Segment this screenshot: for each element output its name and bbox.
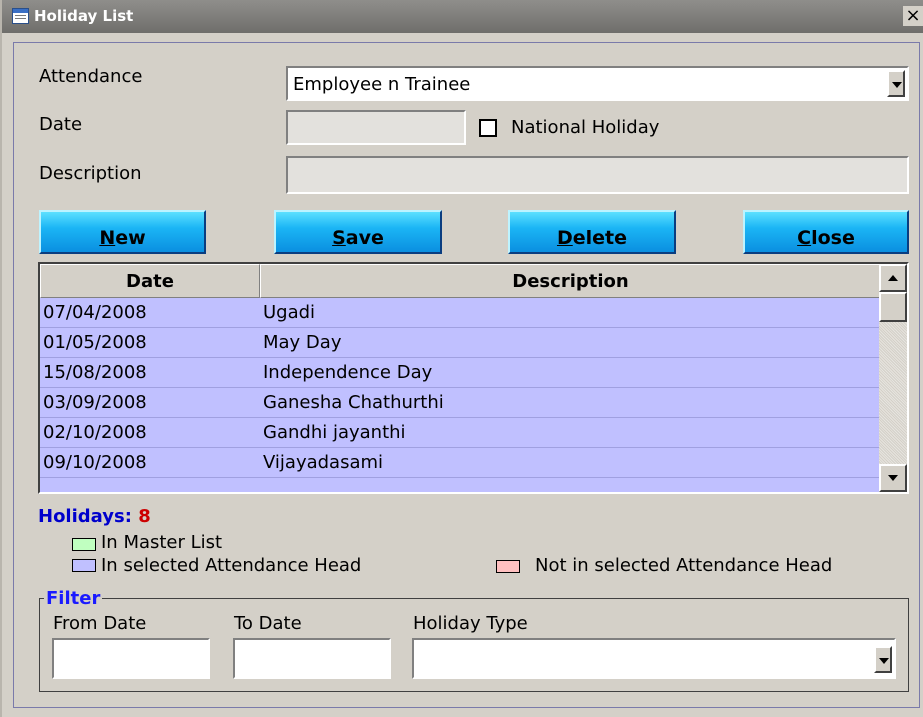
- table-row[interactable]: 01/05/2008 May Day: [40, 328, 881, 358]
- date-field[interactable]: [286, 110, 466, 145]
- table-row[interactable]: 09/10/2008 Vijayadasami: [40, 448, 881, 478]
- row-date: 03/09/2008: [43, 392, 147, 413]
- delete-button[interactable]: Delete: [508, 210, 676, 254]
- holiday-count-label: Holidays:: [38, 506, 132, 527]
- scroll-thumb[interactable]: [879, 292, 907, 322]
- delete-hotkey: D: [556, 227, 573, 249]
- date-label: Date: [39, 114, 83, 135]
- table-row[interactable]: 03/09/2008 Ganesha Chathurthi: [40, 388, 881, 418]
- to-date-label: To Date: [234, 613, 302, 634]
- holiday-type-label: Holiday Type: [413, 613, 528, 634]
- holiday-count: Holidays: 8: [38, 506, 151, 527]
- row-date: 02/10/2008: [43, 422, 147, 443]
- master-list-swatch: [72, 538, 96, 551]
- holiday-count-value: 8: [138, 506, 151, 527]
- row-description: Gandhi jayanthi: [263, 422, 406, 443]
- from-date-label: From Date: [53, 613, 147, 634]
- column-header-date[interactable]: Date: [40, 264, 260, 298]
- row-date: 07/04/2008: [43, 302, 147, 323]
- table-row[interactable]: 02/10/2008 Gandhi jayanthi: [40, 418, 881, 448]
- table-row-partial[interactable]: [40, 478, 881, 492]
- holiday-type-dropdown-icon[interactable]: [874, 646, 892, 673]
- row-date: 15/08/2008: [43, 362, 147, 383]
- close-button-label: lose: [811, 227, 855, 249]
- description-field[interactable]: [286, 156, 909, 194]
- title-bar: Holiday List ×: [2, 0, 923, 33]
- new-button[interactable]: New: [39, 210, 206, 254]
- attendance-value: Employee n Trainee: [293, 74, 471, 95]
- close-hotkey: C: [797, 227, 812, 249]
- row-description: Independence Day: [263, 362, 433, 383]
- row-date: 09/10/2008: [43, 452, 147, 473]
- legend-selected-head: In selected Attendance Head: [101, 555, 362, 576]
- row-description: Vijayadasami: [263, 452, 384, 473]
- scroll-up-icon[interactable]: [879, 264, 907, 292]
- from-date-input[interactable]: [52, 638, 210, 679]
- national-holiday-label: National Holiday: [511, 117, 660, 138]
- save-button[interactable]: Save: [274, 210, 442, 254]
- close-button[interactable]: Close: [743, 210, 909, 254]
- table-row[interactable]: 15/08/2008 Independence Day: [40, 358, 881, 388]
- legend-not-selected-head: Not in selected Attendance Head: [535, 555, 833, 576]
- to-date-input[interactable]: [233, 638, 391, 679]
- scroll-down-icon[interactable]: [879, 464, 907, 492]
- new-hotkey: N: [99, 227, 116, 249]
- table-row[interactable]: 07/04/2008 Ugadi: [40, 298, 881, 328]
- window-title: Holiday List: [34, 7, 134, 25]
- row-description: May Day: [263, 332, 342, 353]
- grid-scrollbar[interactable]: [879, 264, 907, 492]
- attendance-label: Attendance: [39, 66, 143, 87]
- national-holiday-checkbox[interactable]: [479, 119, 497, 137]
- row-date: 01/05/2008: [43, 332, 147, 353]
- attendance-dropdown-icon[interactable]: [887, 70, 905, 97]
- holiday-list-window: Holiday List × Attendance Employee n Tra…: [0, 0, 923, 717]
- save-hotkey: S: [332, 227, 346, 249]
- close-window-icon[interactable]: ×: [903, 6, 923, 26]
- description-label: Description: [39, 163, 142, 184]
- delete-button-label: elete: [572, 227, 628, 249]
- filter-title: Filter: [44, 588, 103, 609]
- row-description: Ganesha Chathurthi: [263, 392, 444, 413]
- holiday-type-combo[interactable]: [412, 638, 896, 679]
- selected-head-swatch: [72, 559, 96, 572]
- save-button-label: ave: [345, 227, 384, 249]
- legend-master-list: In Master List: [101, 532, 223, 553]
- new-button-label: ew: [115, 227, 146, 249]
- row-description: Ugadi: [263, 302, 316, 323]
- app-icon: [12, 8, 29, 24]
- attendance-combo[interactable]: Employee n Trainee: [286, 66, 909, 101]
- not-selected-head-swatch: [496, 560, 520, 573]
- holiday-grid[interactable]: Date Description 07/04/2008 Ugadi 01/05/…: [38, 262, 909, 494]
- column-header-description[interactable]: Description: [260, 264, 881, 298]
